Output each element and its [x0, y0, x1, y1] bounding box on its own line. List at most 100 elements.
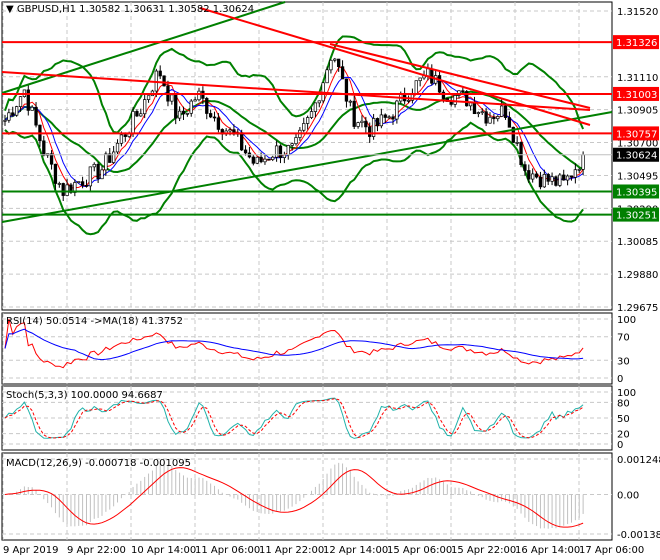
x-tick-label: 15 Apr 22:00: [451, 545, 516, 556]
x-tick-label: 15 Apr 06:00: [387, 545, 452, 556]
candle-body: [313, 102, 318, 112]
candle-body: [77, 181, 81, 184]
chart-canvas[interactable]: 9 Apr 2019 9 Apr 22:00 10 Apr 14:0011 Apr …: [0, 0, 660, 560]
stoch-main-line: [4, 397, 584, 439]
candle-body: [492, 116, 496, 120]
candle-body: [364, 120, 368, 128]
trendline-green-up: [1, 1, 286, 94]
candle-body: [259, 156, 263, 163]
stoch-signal-line: [4, 398, 584, 439]
candle-body: [119, 134, 124, 144]
x-tick-label: 11 Apr 06:00: [195, 545, 260, 556]
y-tick-label: 1.31520: [617, 7, 658, 18]
candle-body: [558, 174, 562, 186]
candle-body: [581, 154, 585, 170]
candle-body: [240, 132, 244, 151]
candle-body: [100, 169, 104, 180]
candle-body: [158, 70, 162, 77]
candle-body: [430, 68, 434, 84]
candle-body: [170, 94, 174, 102]
y-tick-label: 1.31110: [617, 73, 658, 84]
candle-body: [305, 117, 310, 124]
candle-body: [484, 111, 488, 124]
y-tick-label: 1.29880: [617, 270, 658, 281]
candle-body: [135, 111, 139, 117]
candle-body: [267, 158, 271, 161]
candle-body: [534, 173, 539, 178]
candle-body: [294, 137, 298, 145]
y-tick-label: 100: [617, 388, 636, 399]
x-tick-label: 9 Apr 22:00: [67, 545, 126, 556]
symbol-label: GBPUSD,H1: [16, 4, 76, 15]
candle-body: [18, 96, 23, 107]
candle-body: [375, 118, 380, 127]
candle-body: [53, 163, 58, 184]
candle-body: [212, 116, 217, 119]
price-badge-label: 1.31003: [616, 90, 657, 101]
candle-body: [228, 129, 232, 132]
rsi-ma-line: [4, 328, 584, 361]
candle-body: [352, 100, 356, 127]
y-tick-label: 0: [617, 440, 623, 451]
candle-body: [383, 114, 387, 118]
candle-body: [426, 68, 430, 77]
candle-body: [368, 126, 372, 137]
x-tick-label: 17 Apr 06:00: [579, 545, 644, 556]
candle-body: [174, 94, 178, 119]
candle-body: [115, 142, 120, 153]
candle-body: [84, 185, 89, 187]
candle-body: [562, 174, 566, 181]
candle-body: [255, 156, 259, 164]
candle-body: [573, 169, 578, 178]
candle-body: [395, 100, 399, 120]
candle-body: [542, 174, 546, 188]
candle-body: [11, 112, 15, 116]
y-tick-label: 0.00: [617, 491, 639, 502]
candle-body: [65, 184, 69, 196]
candle-body: [49, 153, 54, 165]
candle-body: [348, 100, 352, 103]
y-tick-label: 100: [617, 315, 636, 326]
candle-body: [146, 95, 151, 100]
candle-body: [88, 166, 93, 187]
candle-body: [271, 156, 275, 160]
candle-body: [181, 110, 186, 115]
macd-label: MACD(12,26,9) -0.000718 -0.001095: [6, 458, 191, 469]
candle-body: [480, 111, 484, 114]
chart-header: ▼ GBPUSD,H1 1.30582 1.30631 1.30582 1.30…: [6, 4, 254, 15]
candle-body: [356, 122, 360, 127]
chart-window[interactable]: 9 Apr 2019 9 Apr 22:00 10 Apr 14:00 11 Apr …: [0, 0, 660, 560]
candle-body: [189, 100, 193, 114]
candle-body: [286, 145, 290, 156]
x-tick-label: 12 Apr 14:00: [323, 545, 388, 556]
candle-body: [177, 110, 182, 119]
price-badge-label: 1.31326: [616, 38, 657, 49]
x-tick-label: 16 Apr 14:00: [515, 545, 580, 556]
candle-body: [344, 78, 349, 102]
candle-body: [340, 66, 345, 80]
candle-body: [337, 58, 341, 68]
candle-body: [519, 141, 523, 165]
macd-signal-line: [4, 467, 584, 528]
current-price-label: 1.30624: [616, 151, 657, 162]
candle-body: [96, 163, 100, 180]
candle-body: [61, 183, 65, 196]
candle-body: [329, 59, 333, 71]
candle-body: [251, 156, 255, 164]
candle-body: [565, 175, 570, 181]
candle-body: [418, 77, 422, 82]
candle-body: [577, 168, 581, 171]
candle-body: [263, 158, 267, 163]
x-tick-label: 11 Apr 22:00: [259, 545, 324, 556]
candle-body: [538, 176, 543, 188]
candle-body: [360, 120, 364, 123]
candle-body: [461, 90, 465, 93]
stoch-label: Stoch(5,3,3) 100.0000 94.6687: [6, 390, 163, 401]
dropdown-triangle-icon[interactable]: ▼: [6, 4, 14, 15]
y-tick-label: 0: [617, 374, 623, 385]
candle-body: [302, 123, 306, 131]
candle-body: [123, 134, 127, 137]
candle-body: [290, 143, 294, 146]
trendline-red-3: [1, 71, 591, 111]
candle-body: [30, 106, 34, 111]
